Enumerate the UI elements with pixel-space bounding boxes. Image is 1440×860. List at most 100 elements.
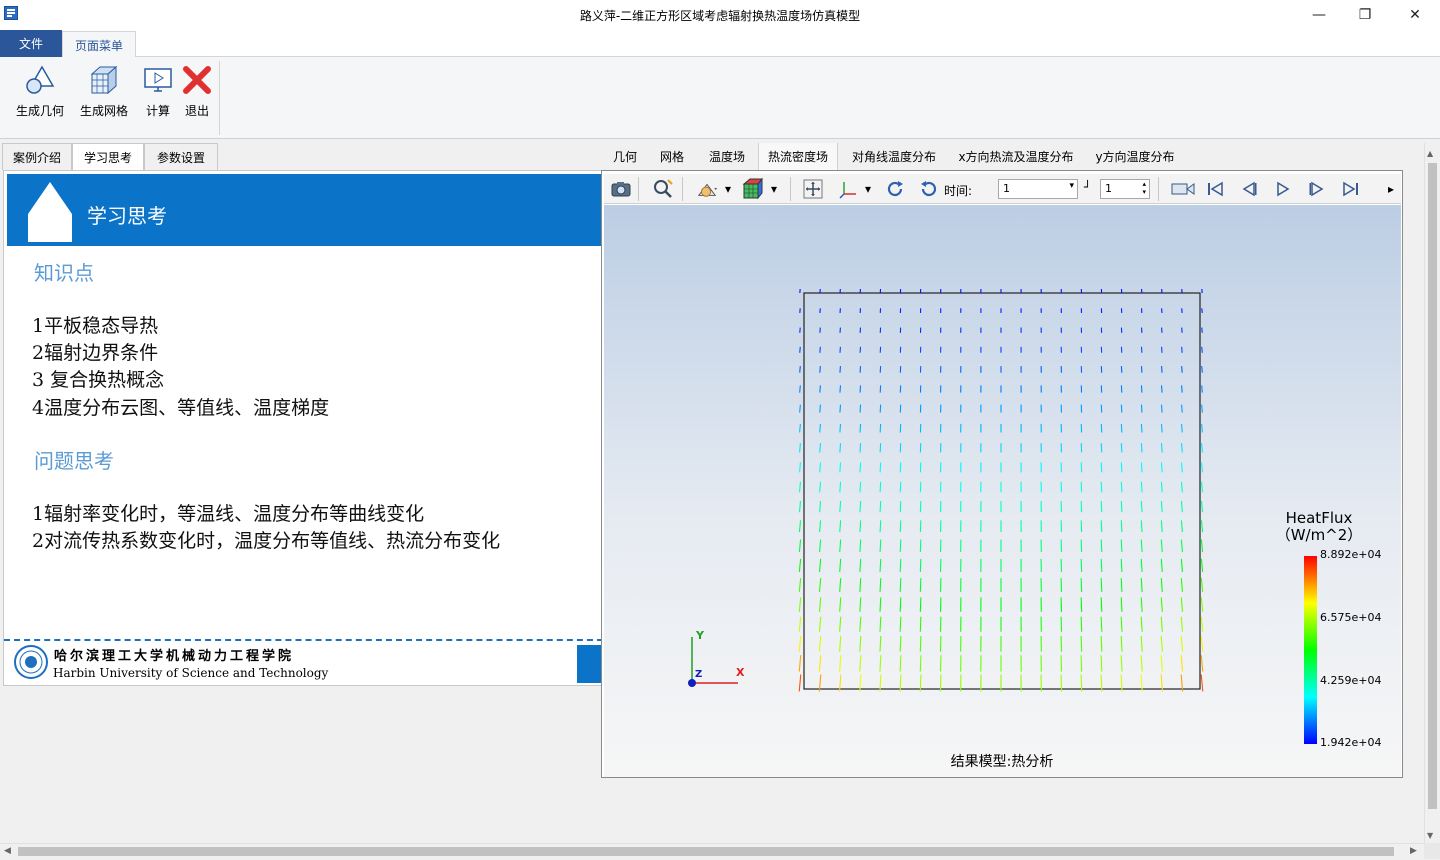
flux-arrow (1140, 481, 1143, 493)
flux-arrow (879, 481, 882, 493)
step-spinner[interactable]: 1 ▴ ▾ (1100, 179, 1150, 199)
exit-button[interactable]: 退出 (180, 63, 214, 119)
flux-arrow (819, 558, 822, 572)
flux-arrow (1100, 597, 1103, 612)
chevron-down-icon[interactable]: ▾ (722, 178, 734, 200)
flux-arrow (899, 558, 902, 572)
render-viewport[interactable]: Y X Z HeatFlux （W/m^2） 8.892e+04 6.575e+… (604, 205, 1401, 777)
flux-arrow (1160, 462, 1163, 473)
tab-mesh[interactable]: 网格 (648, 143, 696, 170)
flux-arrow (879, 500, 882, 513)
flux-arrow (1100, 539, 1103, 553)
flux-arrow (1180, 539, 1183, 553)
flux-arrow (1140, 500, 1143, 513)
flux-arrow (1100, 635, 1103, 652)
flux-arrow (1120, 578, 1123, 592)
flux-arrow (1180, 558, 1183, 572)
legend-min: 1.942e+04 (1320, 736, 1381, 749)
knowledge-item: 4温度分布云图、等值线、温度梯度 (32, 397, 330, 419)
footer-accent (577, 645, 602, 683)
gen-mesh-button[interactable]: 生成网格 (80, 63, 128, 119)
flux-arrow (799, 346, 801, 353)
flux-arrow (1200, 616, 1204, 632)
tab-case-intro[interactable]: 案例介绍 (2, 143, 72, 170)
mesh-icon (87, 63, 121, 97)
flux-arrow (899, 539, 902, 553)
next-frame-icon[interactable] (1306, 178, 1328, 200)
flux-arrow (819, 500, 822, 513)
flux-arrow (799, 423, 801, 433)
flux-arrow (819, 520, 822, 533)
flux-arrow (859, 500, 862, 513)
chevron-down-icon[interactable]: ▾ (768, 178, 780, 200)
flux-arrow (1160, 423, 1163, 433)
fit-view-icon[interactable] (802, 178, 824, 200)
tab-y-temp[interactable]: y方向温度分布 (1084, 143, 1186, 170)
camera-icon[interactable] (610, 178, 632, 200)
play-icon[interactable] (1272, 178, 1294, 200)
flux-arrow (1100, 655, 1103, 672)
flux-arrow (819, 423, 821, 433)
question-item: 1辐射率变化时，等温线、温度分布等曲线变化 (32, 503, 425, 525)
vertical-scrollbar[interactable]: ▲ ▼ (1424, 143, 1439, 843)
flux-arrow (859, 578, 862, 592)
monitor-play-icon (141, 63, 175, 97)
time-select[interactable]: 1 ▾ (998, 179, 1078, 199)
flux-arrow (1100, 558, 1103, 572)
tab-geometry[interactable]: 几何 (604, 143, 646, 170)
heat-flux-plot: Y X Z HeatFlux （W/m^2） 8.892e+04 6.575e+… (688, 288, 1381, 770)
overflow-icon[interactable]: ▸ (1384, 178, 1398, 200)
legend-title: HeatFlux (1286, 509, 1353, 527)
banner: 学习思考 (7, 174, 601, 246)
flux-arrow (879, 635, 882, 652)
flux-arrow (1180, 597, 1184, 612)
flux-arrow (839, 597, 842, 612)
maximize-button[interactable]: ❐ (1342, 0, 1388, 30)
knowledge-heading: 知识点 (34, 261, 94, 285)
video-icon[interactable] (1170, 178, 1196, 200)
gen-geometry-button[interactable]: 生成几何 (16, 63, 64, 119)
viewer-toolbar: ▾ ▾ ▾ 时间: 1 ▾ ┘ 1 ▴ ▾ ▸ (604, 174, 1401, 204)
tab-params[interactable]: 参数设置 (144, 143, 218, 170)
rotate-ccw-icon[interactable] (918, 178, 940, 200)
flux-arrow (818, 597, 822, 612)
minimize-button[interactable]: — (1296, 0, 1342, 30)
prev-frame-icon[interactable] (1238, 178, 1260, 200)
axes-view-icon[interactable] (838, 178, 860, 200)
flux-arrow (1080, 616, 1083, 632)
menu-page[interactable]: 页面菜单 (62, 31, 136, 58)
rotate-cw-icon[interactable] (884, 178, 906, 200)
house-icon (28, 182, 72, 242)
tab-x-flux-temp[interactable]: x方向热流及温度分布 (950, 143, 1082, 170)
legend-tick: 6.575e+04 (1320, 611, 1381, 624)
tab-diagonal-temp[interactable]: 对角线温度分布 (840, 143, 948, 170)
flux-arrow (819, 539, 822, 553)
last-frame-icon[interactable] (1340, 178, 1362, 200)
close-x-icon (180, 63, 214, 97)
menu-file[interactable]: 文件 (0, 30, 62, 57)
flux-arrow (1160, 635, 1163, 652)
flux-arrow (1181, 366, 1183, 373)
flux-arrow (1120, 520, 1123, 533)
display-mode-icon[interactable] (696, 178, 718, 200)
first-frame-icon[interactable] (1204, 178, 1226, 200)
zoom-icon[interactable] (652, 178, 674, 200)
flux-arrow (1180, 578, 1184, 592)
flux-arrow (798, 539, 802, 553)
tab-study[interactable]: 学习思考 (72, 143, 144, 170)
axis-y-label: Y (695, 629, 705, 642)
flux-arrow (859, 481, 862, 493)
flux-arrow (1180, 481, 1183, 493)
horizontal-scrollbar[interactable]: ◀ ▶ (0, 843, 1424, 859)
color-cube-icon[interactable] (742, 178, 764, 200)
tab-temperature[interactable]: 温度场 (698, 143, 756, 170)
compute-button[interactable]: 计算 (141, 63, 175, 119)
flux-arrow (839, 655, 842, 672)
tab-heat-flux[interactable]: 热流密度场 (758, 143, 838, 170)
chevron-down-icon[interactable]: ▾ (862, 178, 874, 200)
flux-arrow (1160, 404, 1163, 413)
flux-arrow (798, 635, 802, 652)
flux-arrow (839, 443, 842, 453)
close-button[interactable]: ✕ (1392, 0, 1438, 30)
flux-arrow (899, 520, 902, 533)
